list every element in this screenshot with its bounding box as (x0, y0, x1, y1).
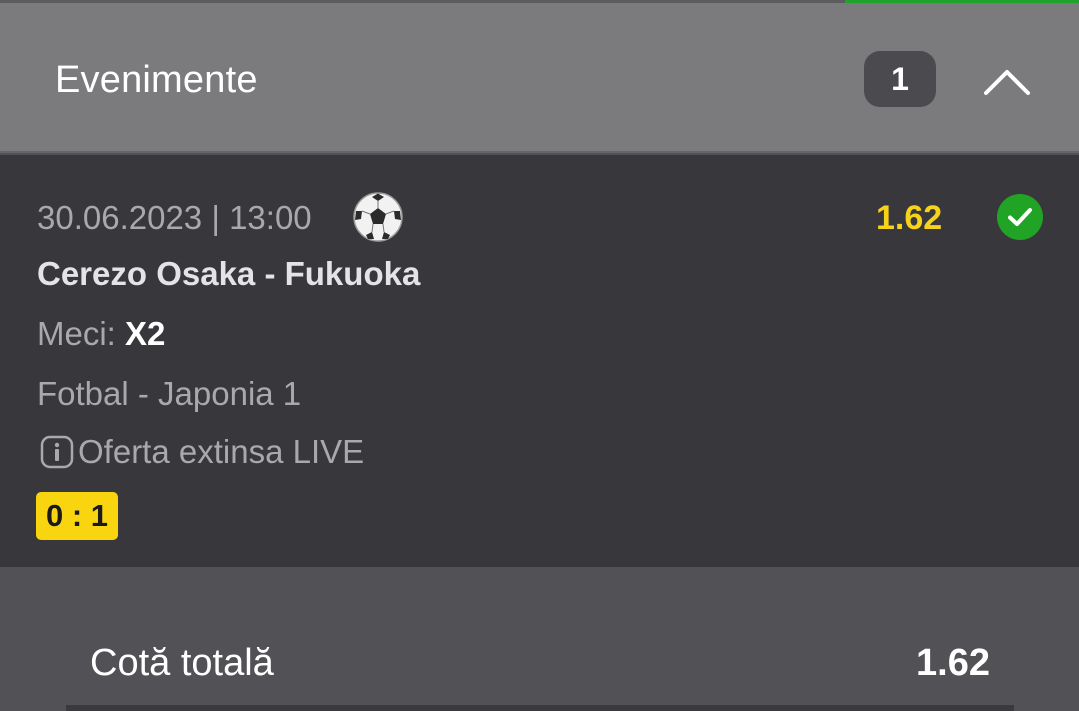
soccer-ball-icon (353, 192, 403, 242)
event-teams: Cerezo Osaka - Fukuoka (37, 255, 421, 292)
bottom-panel-edge (66, 705, 1014, 711)
live-score-badge: 0 : 1 (36, 492, 118, 540)
offer-text: Oferta extinsa LIVE (78, 433, 365, 470)
event-datetime: 30.06.2023 | 13:00 (37, 199, 312, 236)
chevron-up-icon[interactable] (982, 63, 1032, 99)
event-market: Meci: X2 (37, 315, 165, 353)
market-pick: X2 (125, 315, 166, 352)
info-icon (40, 435, 74, 469)
section-title: Evenimente (55, 59, 258, 101)
bet-event-card[interactable]: 30.06.2023 | 13:00 1.62 Cerezo Osaka - F… (0, 155, 1079, 567)
market-label: Meci: (37, 315, 116, 352)
extended-offer-link[interactable]: Oferta extinsa LIVE (40, 433, 364, 471)
event-league: Fotbal - Japonia 1 (37, 375, 302, 412)
event-odd: 1.62 (876, 199, 943, 237)
total-odds-label: Cotă totală (90, 642, 274, 684)
events-section-header[interactable]: Evenimente 1 (0, 3, 1079, 153)
total-odds-value: 1.62 (916, 642, 990, 684)
events-count-badge: 1 (864, 51, 936, 107)
check-circle-icon (997, 194, 1043, 240)
